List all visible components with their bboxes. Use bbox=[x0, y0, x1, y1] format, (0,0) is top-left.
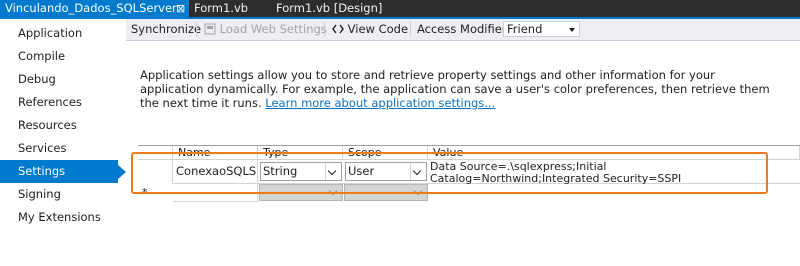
sidebar-item-debug[interactable]: Debug bbox=[0, 68, 126, 91]
new-row-marker: * bbox=[142, 186, 148, 199]
toolbar-separator bbox=[196, 22, 197, 37]
load-web-settings-button[interactable]: Load Web Settings bbox=[204, 19, 327, 40]
tab-form1-vb[interactable]: Form1.vb bbox=[189, 0, 271, 17]
close-tab-icon[interactable]: ⊠ bbox=[176, 0, 185, 17]
chevron-down-icon bbox=[413, 186, 423, 196]
setting-type-dropdown[interactable]: String bbox=[260, 162, 342, 181]
setting-name-cell[interactable]: ConexaoSQLS... bbox=[173, 160, 258, 183]
tab-label: Vinculando_Dados_SQLServer bbox=[5, 1, 177, 15]
toolbar-separator bbox=[410, 22, 411, 37]
sidebar-item-compile[interactable]: Compile bbox=[0, 45, 126, 68]
selected-pointer-icon bbox=[118, 165, 126, 179]
access-modifier-label: Access Modifier: bbox=[417, 22, 511, 36]
tab-project-properties[interactable]: Vinculando_Dados_SQLServer bbox=[0, 0, 189, 17]
access-modifier-dropdown[interactable]: Friend bbox=[503, 21, 580, 37]
column-header-scope[interactable]: Scope bbox=[343, 146, 428, 160]
new-scope-dropdown[interactable] bbox=[344, 184, 428, 201]
sidebar-item-label: Compile bbox=[18, 49, 66, 63]
setting-scope-dropdown[interactable]: User bbox=[345, 162, 427, 181]
synchronize-button[interactable]: Synchronize bbox=[131, 19, 201, 40]
column-header-value[interactable]: Value bbox=[428, 146, 800, 160]
sidebar-item-label: References bbox=[18, 95, 82, 109]
sidebar-item-application[interactable]: Application bbox=[0, 22, 126, 45]
column-header-type[interactable]: Type bbox=[258, 146, 343, 160]
sidebar-item-label: Services bbox=[18, 141, 67, 155]
view-code-button[interactable]: View Code bbox=[332, 19, 408, 40]
learn-more-link[interactable]: Learn more about application settings... bbox=[265, 96, 495, 110]
scope-dropdown-button[interactable] bbox=[410, 163, 426, 180]
row-selector[interactable] bbox=[138, 160, 173, 184]
sidebar-item-services[interactable]: Services bbox=[0, 137, 126, 160]
setting-scope-value: User bbox=[348, 164, 375, 178]
document-tab-bar: Vinculando_Dados_SQLServer ⊠ Form1.vb Fo… bbox=[0, 0, 800, 17]
view-code-icon bbox=[332, 24, 344, 34]
settings-grid: Name Type Scope Value ConexaoSQLS... Str… bbox=[138, 145, 800, 207]
tab-label: Form1.vb bbox=[194, 1, 249, 15]
chevron-down-icon bbox=[569, 28, 575, 32]
new-name-cell[interactable] bbox=[173, 184, 258, 202]
new-scope-dropdown-button[interactable] bbox=[411, 185, 427, 200]
toolbar-separator bbox=[324, 22, 325, 37]
sidebar-item-label: Application bbox=[18, 26, 83, 40]
column-header-name[interactable]: Name bbox=[173, 146, 258, 160]
load-web-settings-label: Load Web Settings bbox=[219, 22, 327, 36]
tab-label: Form1.vb [Design] bbox=[276, 1, 383, 15]
sidebar-item-label: My Extensions bbox=[18, 210, 101, 224]
chevron-down-icon bbox=[328, 186, 338, 196]
sidebar-item-label: Debug bbox=[18, 72, 56, 86]
settings-description: Application settings allow you to store … bbox=[140, 68, 780, 110]
tab-form1-design[interactable]: Form1.vb [Design] bbox=[271, 0, 411, 17]
sidebar-item-settings[interactable]: Settings bbox=[0, 160, 118, 183]
new-type-dropdown-button[interactable] bbox=[326, 185, 342, 200]
row-header-corner bbox=[138, 146, 173, 160]
sidebar-item-label: Settings bbox=[18, 164, 66, 178]
type-dropdown-button[interactable] bbox=[325, 163, 341, 180]
settings-toolbar: Synchronize Load Web Settings View Code … bbox=[126, 19, 800, 41]
setting-value-cell[interactable]: Data Source=.\sqlexpress;Initial Catalog… bbox=[430, 160, 770, 185]
sidebar-item-resources[interactable]: Resources bbox=[0, 114, 126, 137]
properties-sidebar: Application Compile Debug References Res… bbox=[0, 19, 126, 266]
sidebar-item-references[interactable]: References bbox=[0, 91, 126, 114]
sidebar-item-my-extensions[interactable]: My Extensions bbox=[0, 206, 126, 229]
sidebar-item-signing[interactable]: Signing bbox=[0, 183, 126, 206]
new-type-dropdown[interactable] bbox=[259, 184, 343, 201]
load-web-settings-icon bbox=[204, 23, 216, 35]
chevron-down-icon bbox=[327, 166, 337, 176]
setting-type-value: String bbox=[263, 164, 298, 178]
new-table-row[interactable] bbox=[173, 184, 800, 202]
chevron-down-icon bbox=[412, 166, 422, 176]
sidebar-item-label: Signing bbox=[18, 187, 61, 201]
access-modifier-value: Friend bbox=[507, 22, 543, 36]
view-code-label: View Code bbox=[347, 22, 409, 36]
sidebar-item-label: Resources bbox=[18, 118, 77, 132]
